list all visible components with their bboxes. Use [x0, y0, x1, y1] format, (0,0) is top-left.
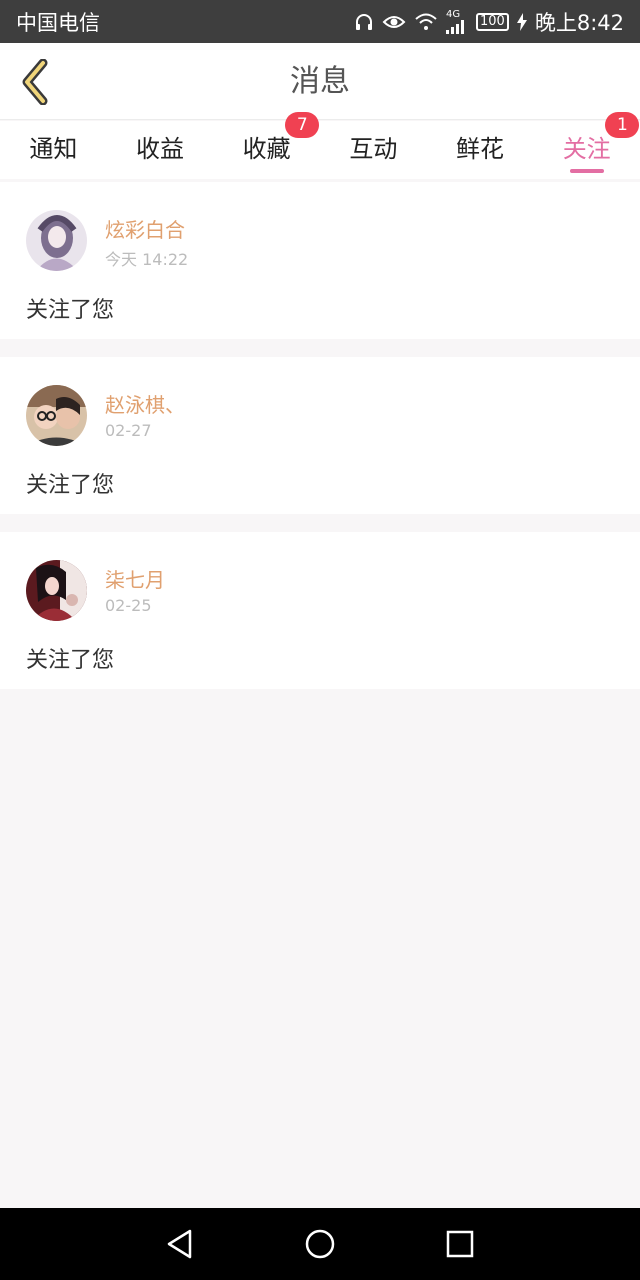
username[interactable]: 炫彩白合	[105, 214, 185, 243]
tab-following[interactable]: 关注 1	[533, 112, 640, 179]
nav-recents-button[interactable]	[430, 1214, 490, 1274]
recents-square-icon	[446, 1230, 474, 1258]
battery-level: 100	[480, 13, 505, 29]
avatar[interactable]	[26, 385, 87, 446]
eye-icon	[382, 12, 406, 32]
nav-home-button[interactable]	[290, 1214, 350, 1274]
nav-back-button[interactable]	[150, 1214, 210, 1274]
favorites-badge: 7	[285, 112, 320, 138]
tab-earnings[interactable]: 收益	[107, 121, 214, 179]
avatar[interactable]	[26, 210, 87, 271]
list-item[interactable]: 柒七月 02-25 关注了您	[0, 532, 640, 689]
back-button[interactable]	[14, 57, 56, 107]
header: 消息	[0, 43, 640, 120]
message-list: 炫彩白合 今天 14:22 关注了您 赵泳棋、 02-27 关注了您 柒七月 0…	[0, 182, 640, 707]
list-item[interactable]: 赵泳棋、 02-27 关注了您	[0, 357, 640, 514]
active-tab-indicator	[569, 169, 604, 173]
clock: 晚上8:42	[534, 10, 624, 35]
chevron-left-icon	[22, 59, 48, 105]
timestamp: 02-25	[105, 596, 152, 615]
page-title: 消息	[290, 64, 350, 99]
tab-label: 关注	[562, 135, 611, 163]
charging-icon	[516, 12, 527, 31]
wifi-icon	[414, 12, 438, 32]
tab-label: 互动	[349, 135, 398, 163]
tab-label: 鲜花	[456, 135, 505, 163]
timestamp: 02-27	[105, 421, 152, 440]
tab-label: 收藏	[242, 135, 291, 163]
tab-bar: 通知 收益 收藏 7 互动 鲜花 关注 1	[0, 112, 640, 179]
carrier-label: 中国电信	[16, 10, 100, 35]
status-bar: 中国电信 4G 100 晚上8:42	[0, 0, 640, 43]
status-icons: 4G 100 晚上8:42	[354, 7, 624, 37]
tab-notifications[interactable]: 通知	[0, 121, 107, 179]
tab-flowers[interactable]: 鲜花	[427, 121, 534, 179]
network-type-label: 4G	[446, 8, 461, 20]
signal-icon: 4G	[446, 8, 468, 34]
avatar[interactable]	[26, 560, 87, 621]
timestamp: 今天 14:22	[105, 250, 189, 269]
system-nav-bar	[0, 1208, 640, 1280]
list-item[interactable]: 炫彩白合 今天 14:22 关注了您	[0, 182, 640, 339]
back-triangle-icon	[167, 1229, 192, 1259]
message-text: 关注了您	[26, 298, 115, 323]
tab-label: 收益	[136, 135, 184, 163]
following-badge: 1	[605, 112, 640, 138]
message-text: 关注了您	[26, 648, 115, 673]
username[interactable]: 赵泳棋、	[105, 389, 185, 418]
tab-interactions[interactable]: 互动	[320, 121, 427, 179]
tab-label: 通知	[29, 135, 78, 163]
message-text: 关注了您	[26, 473, 115, 498]
headset-icon	[354, 12, 374, 32]
home-circle-icon	[305, 1229, 335, 1259]
battery-icon: 100	[476, 12, 509, 31]
username[interactable]: 柒七月	[105, 564, 165, 593]
tab-favorites[interactable]: 收藏 7	[213, 112, 320, 179]
